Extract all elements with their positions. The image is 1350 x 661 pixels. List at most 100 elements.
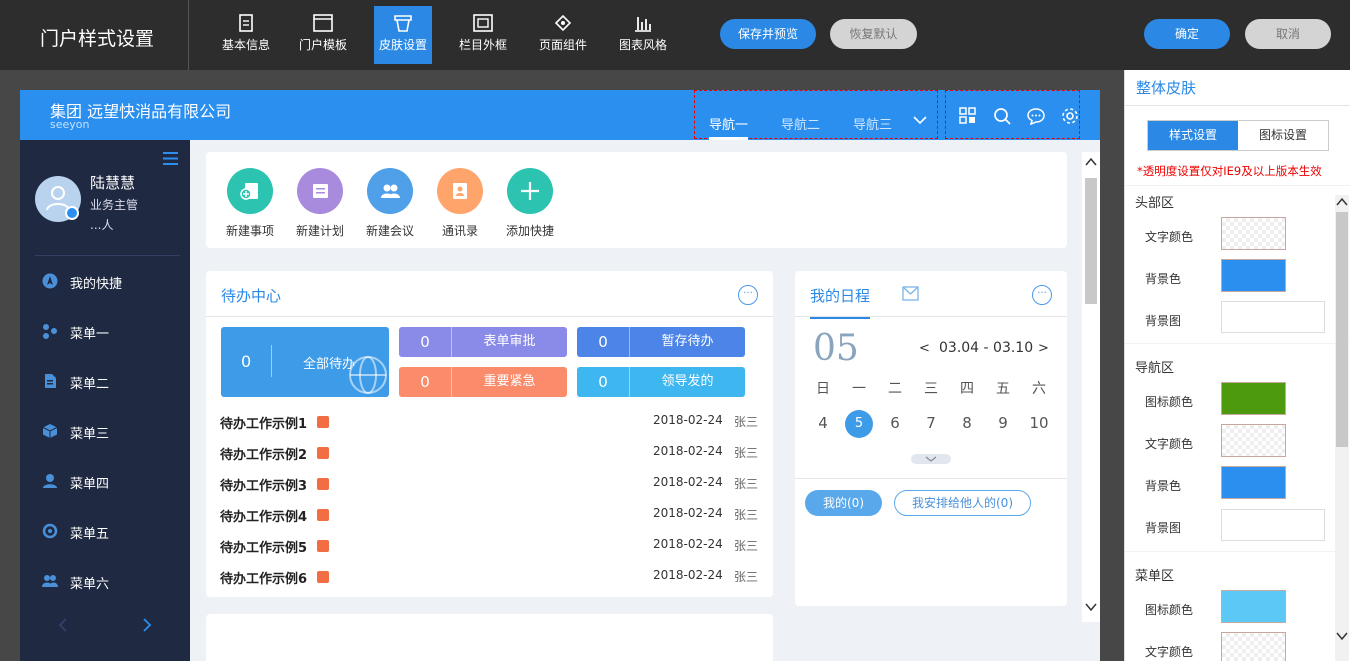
nav-bg-image-input[interactable] xyxy=(1221,509,1325,541)
chevron-down-icon[interactable] xyxy=(913,115,927,125)
menu-item-1[interactable]: 菜单一 xyxy=(42,322,182,342)
tool-page-component[interactable]: 页面组件 xyxy=(534,6,592,64)
todo-title: 待办中心 xyxy=(221,287,282,305)
calendar-date[interactable]: 4 xyxy=(805,414,841,432)
restore-default-button[interactable]: 恢复默认 xyxy=(830,19,917,49)
nav-bg-color-swatch[interactable] xyxy=(1221,466,1286,499)
calendar-date-selected[interactable]: 5 xyxy=(845,410,873,438)
menu-item-5[interactable]: 菜单五 xyxy=(42,522,182,542)
menu-item-2[interactable]: 菜单二 xyxy=(42,372,182,392)
person-icon xyxy=(43,474,57,488)
calendar-date[interactable]: 9 xyxy=(985,414,1021,432)
todo-more-button[interactable]: ··· xyxy=(738,285,758,305)
nav-icon-color-swatch[interactable] xyxy=(1221,382,1286,415)
menu-item-shortcuts[interactable]: 我的快捷 xyxy=(42,272,182,292)
hamburger-icon[interactable] xyxy=(163,152,178,165)
tool-basic-info[interactable]: 基本信息 xyxy=(217,6,275,64)
header-icons-highlight xyxy=(945,90,1080,139)
scroll-up-icon[interactable] xyxy=(1085,157,1097,167)
head-bg-color-swatch[interactable] xyxy=(1221,259,1286,292)
todo-row[interactable]: 待办工作示例2 2018-02-24 张三 xyxy=(220,444,760,464)
todo-row[interactable]: 待办工作示例1 2018-02-24 张三 xyxy=(220,413,760,433)
my-schedule-button[interactable]: 我的(0) xyxy=(805,490,882,516)
menu-label: 我的快捷 xyxy=(70,277,123,292)
nav-icon-color-label: 图标颜色 xyxy=(1145,395,1194,409)
prev-week-button[interactable]: < xyxy=(919,341,930,356)
nav-item-1[interactable]: 导航一 xyxy=(709,114,749,140)
cancel-button[interactable]: 取消 xyxy=(1245,19,1331,49)
clock-icon xyxy=(317,416,329,428)
chevron-left-icon[interactable] xyxy=(58,618,68,632)
clock-icon xyxy=(317,509,329,521)
scroll-down-icon[interactable] xyxy=(1085,602,1097,612)
tab-style-settings[interactable]: 样式设置 xyxy=(1148,121,1238,150)
todo-row[interactable]: 待办工作示例6 2018-02-24 张三 xyxy=(220,568,760,588)
menu-item-3[interactable]: 菜单三 xyxy=(42,422,182,442)
scroll-thumb[interactable] xyxy=(1085,178,1097,304)
expand-calendar-icon[interactable] xyxy=(911,454,951,464)
calendar-date[interactable]: 10 xyxy=(1021,414,1057,432)
head-bg-image-label: 背景图 xyxy=(1145,314,1182,328)
new-meeting-icon xyxy=(367,168,413,214)
preview-scrollbar[interactable] xyxy=(1082,152,1100,622)
calendar-date[interactable]: 6 xyxy=(877,414,913,432)
confirm-button[interactable]: 确定 xyxy=(1144,19,1230,49)
nav-text-color-swatch[interactable] xyxy=(1221,424,1286,457)
draft-todo-tile[interactable]: 0 暂存待办 xyxy=(577,327,745,357)
todo-person: 张三 xyxy=(734,508,759,522)
todo-row[interactable]: 待办工作示例5 2018-02-24 张三 xyxy=(220,537,760,557)
leader-tile[interactable]: 0 领导发的 xyxy=(577,367,745,397)
chevron-right-icon[interactable] xyxy=(142,618,152,632)
assigned-schedule-button[interactable]: 我安排给他人的(0) xyxy=(894,490,1031,516)
verified-badge xyxy=(65,206,79,220)
urgent-tile[interactable]: 0 重要紧急 xyxy=(399,367,567,397)
message-icon[interactable] xyxy=(1027,107,1045,125)
divider xyxy=(795,478,1067,479)
todo-date: 2018-02-24 xyxy=(653,537,723,551)
tool-portal-template[interactable]: 门户模板 xyxy=(294,6,352,64)
panel-scrollbar[interactable] xyxy=(1335,195,1349,661)
scroll-down-icon[interactable] xyxy=(1336,631,1348,641)
scroll-thumb[interactable] xyxy=(1336,212,1348,447)
tool-column-frame[interactable]: 栏目外框 xyxy=(454,6,512,64)
mail-icon[interactable] xyxy=(902,286,919,301)
nav-highlight[interactable]: 导航一 导航二 导航三 xyxy=(694,90,938,140)
apps-icon[interactable] xyxy=(959,107,977,125)
quick-new-plan[interactable]: 新建计划 xyxy=(285,168,355,239)
quick-new-item[interactable]: 新建事项 xyxy=(215,168,285,239)
nav-item-2[interactable]: 导航二 xyxy=(781,114,820,133)
quick-add-shortcut[interactable]: 添加快捷 xyxy=(495,168,565,239)
save-preview-button[interactable]: 保存并预览 xyxy=(720,19,816,49)
menu-icon-color-swatch[interactable] xyxy=(1221,590,1286,623)
todo-row[interactable]: 待办工作示例3 2018-02-24 张三 xyxy=(220,475,760,495)
schedule-title: 我的日程 xyxy=(810,285,871,319)
portal-header[interactable]: 集团 远望快消品有限公司 seeyon 导航一 导航二 导航三 xyxy=(20,90,1100,140)
weekday-label: 五 xyxy=(996,381,1010,397)
nav-item-3[interactable]: 导航三 xyxy=(853,114,892,133)
next-week-button[interactable]: > xyxy=(1038,341,1049,356)
scroll-up-icon[interactable] xyxy=(1336,197,1348,207)
week-range: 03.04 - 03.10 xyxy=(939,340,1034,356)
calendar-date[interactable]: 7 xyxy=(913,414,949,432)
todo-row[interactable]: 待办工作示例4 2018-02-24 张三 xyxy=(220,506,760,526)
quick-new-meeting[interactable]: 新建会议 xyxy=(355,168,425,239)
all-todo-tile[interactable]: 0 全部待办 xyxy=(221,327,389,397)
form-approval-tile[interactable]: 0 表单审批 xyxy=(399,327,567,357)
calendar-date[interactable]: 8 xyxy=(949,414,985,432)
menu-text-color-swatch[interactable] xyxy=(1221,632,1286,661)
tool-skin-settings[interactable]: 皮肤设置 xyxy=(374,6,432,64)
tab-icon-settings[interactable]: 图标设置 xyxy=(1238,121,1328,150)
menu-item-4[interactable]: 菜单四 xyxy=(42,472,182,492)
head-bg-image-input[interactable] xyxy=(1221,301,1325,333)
cube-icon xyxy=(42,424,58,438)
head-text-color-swatch[interactable] xyxy=(1221,217,1286,250)
search-icon[interactable] xyxy=(993,107,1011,125)
settings-tabs: 样式设置 图标设置 xyxy=(1147,120,1329,151)
gear-icon[interactable] xyxy=(1061,107,1079,125)
quick-contacts[interactable]: 通讯录 xyxy=(425,168,495,239)
divider xyxy=(35,255,180,256)
menu-item-6[interactable]: 菜单六 xyxy=(42,572,182,592)
avatar[interactable] xyxy=(35,176,81,222)
tool-chart-style[interactable]: 图表风格 xyxy=(614,6,672,64)
schedule-more-button[interactable]: ··· xyxy=(1032,285,1052,305)
